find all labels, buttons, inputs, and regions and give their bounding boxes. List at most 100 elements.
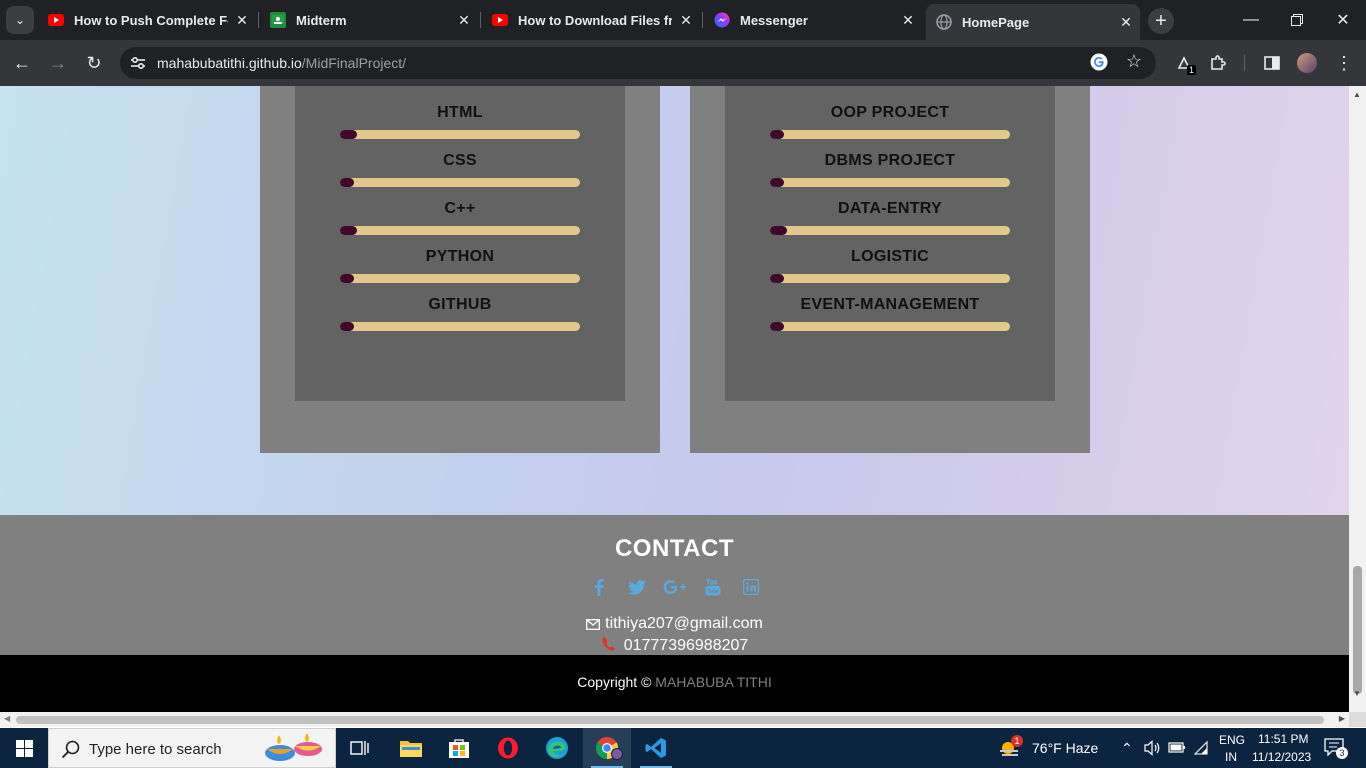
file-explorer-button[interactable] — [387, 728, 435, 768]
google-plus-icon[interactable] — [657, 575, 693, 599]
tab-download-files[interactable]: How to Download Files from ✕ — [482, 6, 700, 34]
clock-date[interactable]: 11/12/2023 — [1252, 750, 1311, 764]
close-icon[interactable]: ✕ — [456, 12, 472, 29]
tab-separator — [258, 12, 259, 28]
edge-button[interactable] — [533, 728, 581, 768]
taskbar: Type here to search 1 76°F Haze ⌃ ENG IN… — [0, 728, 1366, 768]
extension-button[interactable]: 1 — [1170, 49, 1198, 77]
vscode-button[interactable] — [632, 728, 680, 768]
scroll-down-icon[interactable]: ▼ — [1353, 689, 1361, 698]
facebook-icon[interactable] — [581, 575, 617, 599]
scrollbar-thumb[interactable] — [16, 716, 1324, 724]
kebab-menu-icon: ⋮ — [1335, 52, 1353, 73]
linkedin-icon[interactable] — [733, 575, 769, 599]
scroll-left-icon[interactable]: ◀ — [4, 714, 10, 723]
speaker-icon[interactable] — [1144, 740, 1162, 759]
tab-midterm[interactable]: Midterm ✕ — [260, 6, 478, 34]
tab-title: How to Push Complete Folder — [74, 12, 228, 28]
menu-button[interactable]: ⋮ — [1330, 49, 1358, 77]
skill-progress-bar — [770, 130, 1010, 139]
store-button[interactable] — [435, 728, 483, 768]
envelope-icon — [586, 617, 601, 635]
close-icon[interactable]: ✕ — [1118, 14, 1134, 31]
reload-button[interactable]: ↻ — [80, 49, 108, 77]
clock-time[interactable]: 11:51 PM — [1258, 732, 1308, 746]
arrow-left-icon: ← — [13, 52, 31, 73]
battery-icon[interactable] — [1168, 740, 1186, 757]
weather-badge: 1 — [1011, 735, 1023, 747]
skill-progress-fill — [340, 274, 354, 283]
minimize-icon: — — [1243, 11, 1259, 28]
forward-button[interactable]: → — [44, 49, 72, 77]
tab-separator — [480, 12, 481, 28]
side-panel-icon — [1264, 56, 1280, 70]
address-bar[interactable]: mahabubatithi.github.io/MidFinalProject/… — [120, 47, 1156, 79]
close-icon[interactable]: ✕ — [900, 12, 916, 29]
skill-label: PYTHON — [425, 248, 495, 265]
scrollbar-thumb[interactable] — [1353, 566, 1362, 694]
restore-button[interactable] — [1274, 0, 1320, 40]
skill-progress-fill — [340, 130, 357, 139]
notification-count: 3 — [1336, 747, 1348, 759]
tab-push-folder[interactable]: How to Push Complete Folder ✕ — [38, 6, 256, 34]
url-text[interactable]: mahabubatithi.github.io/MidFinalProject/ — [157, 55, 406, 71]
skill-label: OOP PROJECT — [830, 104, 950, 121]
tab-search-button[interactable]: ⌄ — [6, 6, 34, 34]
scroll-right-icon[interactable]: ▶ — [1339, 714, 1345, 723]
skill-progress-bar — [770, 226, 1010, 235]
taskbar-search[interactable]: Type here to search — [48, 728, 336, 768]
chrome-button[interactable] — [583, 728, 631, 768]
new-tab-button[interactable]: + — [1148, 8, 1174, 34]
horizontal-scrollbar[interactable]: ◀ ▶ — [0, 712, 1349, 727]
tab-title: How to Download Files from — [518, 12, 672, 28]
notifications-button[interactable]: 3 — [1324, 738, 1348, 761]
start-button[interactable] — [0, 728, 48, 768]
skill-progress-fill — [340, 178, 354, 187]
weather-text[interactable]: 76°F Haze — [1032, 740, 1098, 756]
skill-label: CSS — [443, 152, 477, 169]
back-button[interactable]: ← — [8, 49, 36, 77]
search-placeholder: Type here to search — [89, 741, 222, 758]
vertical-scrollbar[interactable]: ▲ ▼ — [1349, 86, 1366, 712]
restore-icon — [1291, 14, 1303, 26]
extensions-button[interactable] — [1204, 49, 1232, 77]
language-top[interactable]: ENG — [1219, 733, 1245, 747]
skill-label: C++ — [444, 200, 476, 217]
phone-text[interactable]: 01777396988207 — [624, 637, 749, 654]
tab-title: HomePage — [962, 14, 1030, 30]
close-window-button[interactable]: ✕ — [1320, 0, 1366, 40]
windows-icon — [15, 739, 33, 757]
skill-progress-fill — [770, 226, 787, 235]
close-icon[interactable]: ✕ — [234, 12, 250, 29]
site-settings-icon[interactable] — [128, 53, 148, 73]
chevron-up-icon[interactable]: ⌃ — [1121, 740, 1133, 757]
side-panel-button[interactable] — [1258, 49, 1286, 77]
google-lens-icon[interactable] — [1090, 53, 1110, 73]
profile-button[interactable] — [1293, 49, 1321, 77]
email-text[interactable]: tithiya207@gmail.com — [605, 615, 763, 632]
scroll-up-icon[interactable]: ▲ — [1353, 90, 1361, 99]
weather-icon[interactable]: 1 — [998, 735, 1024, 765]
phone-line: 01777396988207 — [0, 636, 1349, 657]
folder-icon — [400, 741, 422, 757]
task-view-button[interactable] — [336, 728, 384, 768]
globe-icon — [936, 14, 952, 30]
twitter-icon[interactable] — [619, 575, 655, 599]
opera-button[interactable] — [484, 728, 532, 768]
social-links: Tube — [0, 575, 1349, 599]
tab-homepage[interactable]: HomePage ✕ — [926, 4, 1140, 40]
extension-badge: 1 — [1186, 65, 1196, 75]
plus-icon: + — [1155, 9, 1167, 32]
bookmark-star-icon[interactable]: ☆ — [1126, 51, 1142, 72]
vscode-icon — [645, 738, 666, 758]
language-bottom[interactable]: IN — [1225, 750, 1237, 764]
contact-heading: CONTACT — [614, 535, 735, 562]
minimize-button[interactable]: — — [1228, 0, 1274, 40]
tab-messenger[interactable]: Messenger ✕ — [704, 6, 922, 34]
store-icon — [449, 739, 469, 758]
avatar — [611, 748, 623, 760]
wifi-icon[interactable] — [1193, 740, 1209, 759]
puzzle-icon — [1211, 55, 1226, 70]
youtube-icon[interactable]: Tube — [695, 575, 731, 599]
close-icon[interactable]: ✕ — [678, 12, 694, 29]
